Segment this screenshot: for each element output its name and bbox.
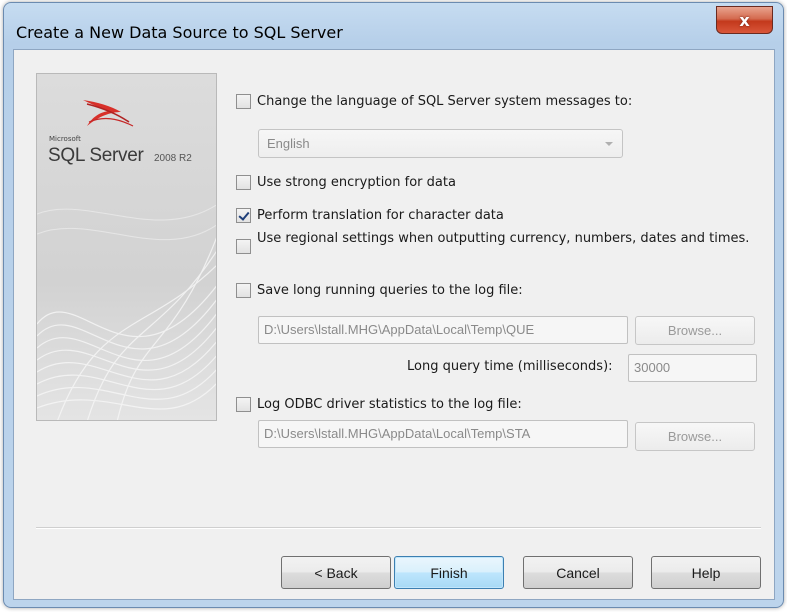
translation-checkbox[interactable]	[236, 208, 251, 223]
long-queries-path-field[interactable]: D:\Users\lstall.MHG\AppData\Local\Temp\Q…	[258, 316, 628, 344]
translation-label: Perform translation for character data	[257, 208, 504, 223]
help-button-label: Help	[691, 564, 721, 581]
odbc-stats-label: Log ODBC driver statistics to the log fi…	[257, 397, 522, 412]
regional-settings-checkbox[interactable]	[236, 239, 251, 254]
cancel-button-label: Cancel	[556, 564, 600, 581]
long-queries-checkbox[interactable]	[236, 283, 251, 298]
odbc-stats-path-field[interactable]: D:\Users\lstall.MHG\AppData\Local\Temp\S…	[258, 420, 628, 448]
change-language-checkbox[interactable]	[236, 94, 251, 109]
language-select-value: English	[267, 136, 310, 151]
product-version: 2008 R2	[154, 153, 192, 164]
long-query-time-value: 30000	[634, 360, 671, 375]
strong-encryption-option[interactable]: Use strong encryption for data	[236, 175, 456, 191]
product-name: SQL Server	[48, 145, 144, 166]
back-button[interactable]: < Back	[281, 556, 391, 589]
help-button[interactable]: Help	[651, 556, 761, 589]
long-queries-path-value: D:\Users\lstall.MHG\AppData\Local\Temp\Q…	[264, 322, 535, 337]
microsoft-label: Microsoft	[49, 135, 81, 143]
translation-option[interactable]: Perform translation for character data	[236, 208, 504, 224]
language-select[interactable]: English	[258, 129, 623, 158]
window-title: Create a New Data Source to SQL Server	[16, 23, 343, 42]
long-queries-browse-button[interactable]: Browse...	[635, 316, 755, 345]
dialog-window: Create a New Data Source to SQL Server x	[3, 2, 784, 608]
finish-button-label: Finish	[430, 564, 468, 581]
odbc-stats-browse-button[interactable]: Browse...	[635, 422, 755, 451]
odbc-stats-option[interactable]: Log ODBC driver statistics to the log fi…	[236, 397, 522, 413]
long-queries-label: Save long running queries to the log fil…	[257, 283, 523, 298]
cancel-button[interactable]: Cancel	[523, 556, 633, 589]
change-language-label: Change the language of SQL Server system…	[257, 94, 633, 109]
finish-button[interactable]: Finish	[394, 556, 504, 589]
button-separator	[36, 527, 761, 529]
long-queries-browse-label: Browse...	[667, 323, 723, 338]
back-button-label: < Back	[314, 564, 358, 581]
sql-server-logo-icon	[83, 100, 134, 127]
odbc-stats-checkbox[interactable]	[236, 397, 251, 412]
sql-server-banner: Microsoft SQL Server 2008 R2	[36, 73, 217, 421]
long-query-time-field[interactable]: 30000	[628, 354, 757, 382]
regional-settings-option[interactable]: Use regional settings when outputting cu…	[236, 231, 756, 254]
long-query-time-label: Long query time (milliseconds):	[407, 359, 613, 374]
chevron-down-icon	[605, 142, 613, 146]
strong-encryption-checkbox[interactable]	[236, 175, 251, 190]
long-queries-option[interactable]: Save long running queries to the log fil…	[236, 283, 523, 299]
close-icon: x	[739, 10, 750, 30]
odbc-stats-browse-label: Browse...	[667, 429, 723, 444]
change-language-option[interactable]: Change the language of SQL Server system…	[236, 94, 632, 110]
dialog-client-area: Microsoft SQL Server 2008 R2 Change the …	[13, 49, 775, 600]
odbc-stats-path-value: D:\Users\lstall.MHG\AppData\Local\Temp\S…	[264, 426, 531, 441]
close-button[interactable]: x	[716, 6, 773, 34]
regional-settings-label: Use regional settings when outputting cu…	[257, 231, 750, 246]
strong-encryption-label: Use strong encryption for data	[257, 175, 456, 190]
